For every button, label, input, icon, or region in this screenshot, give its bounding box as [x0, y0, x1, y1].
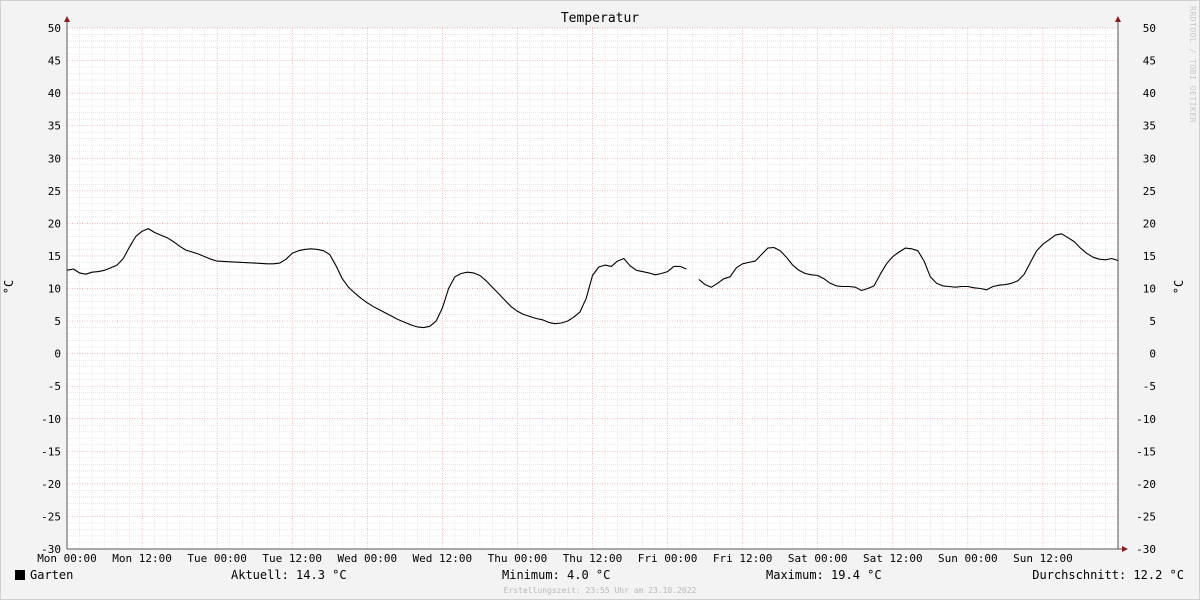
x-tick-label: Tue 12:00 — [262, 552, 322, 565]
y-tick-label: 50 — [1143, 22, 1156, 35]
legend-series: Garten — [15, 568, 73, 582]
legend-average: Durchschnitt: 12.2 °C — [1032, 568, 1184, 582]
x-tick-label: Sat 00:00 — [788, 552, 848, 565]
y-tick-label: 40 — [48, 87, 61, 100]
y-ticks-left: 50454035302520151050-5-10-15-20-25-30 — [41, 22, 61, 556]
x-tick-label: Wed 12:00 — [413, 552, 473, 565]
x-tick-label: Sun 12:00 — [1013, 552, 1073, 565]
y-tick-label: 45 — [1143, 55, 1156, 68]
y-tick-label: 15 — [1143, 250, 1156, 263]
x-tick-label: Mon 00:00 — [37, 552, 97, 565]
y-tick-label: 5 — [1149, 315, 1156, 328]
x-tick-label: Tue 00:00 — [187, 552, 247, 565]
temperature-chart: 50454035302520151050-5-10-15-20-25-30 50… — [37, 16, 1156, 565]
legend-maximum: Maximum: 19.4 °C — [766, 568, 882, 582]
y-tick-label: 35 — [1143, 120, 1156, 133]
x-tick-label: Fri 12:00 — [713, 552, 773, 565]
x-tick-label: Fri 00:00 — [638, 552, 698, 565]
y-axis-arrow-right — [1115, 16, 1121, 22]
y-tick-label: 45 — [48, 55, 61, 68]
x-tick-label: Thu 00:00 — [488, 552, 548, 565]
y-tick-label: -25 — [41, 510, 61, 523]
x-ticks: Mon 00:00 Mon 12:00 Tue 00:00 Tue 12:00 Wed … — [37, 552, 1073, 565]
x-tick-label: Sat 12:00 — [863, 552, 923, 565]
x-axis-arrow — [1122, 546, 1128, 552]
y-tick-label: -15 — [1136, 445, 1156, 458]
y-ticks-right: 50454035302520151050-5-10-15-20-25-30 — [1136, 22, 1156, 556]
legend-series-label: Garten — [30, 568, 74, 582]
y-tick-label: 35 — [48, 120, 61, 133]
creation-time: Erstellungszeit: 23:55 Uhr am 23.10.2022 — [503, 586, 697, 595]
x-tick-label: Wed 00:00 — [337, 552, 397, 565]
y-tick-label: -25 — [1136, 510, 1156, 523]
legend-current: Aktuell: 14.3 °C — [231, 568, 347, 582]
legend-minimum: Minimum: 4.0 °C — [502, 568, 611, 582]
legend-swatch — [15, 570, 25, 580]
y-tick-label: -20 — [41, 478, 61, 491]
y-tick-label: 25 — [1143, 185, 1156, 198]
y-tick-label: 50 — [48, 22, 61, 35]
y-tick-label: 5 — [54, 315, 61, 328]
y-tick-label: -30 — [1136, 543, 1156, 556]
y-tick-label: 10 — [48, 283, 61, 296]
y-tick-label: -15 — [41, 445, 61, 458]
y-tick-label: 10 — [1143, 283, 1156, 296]
y-tick-label: -10 — [1136, 413, 1156, 426]
y-tick-label: 40 — [1143, 87, 1156, 100]
y-tick-label: 20 — [1143, 217, 1156, 230]
y-tick-label: 15 — [48, 250, 61, 263]
x-tick-label: Sun 00:00 — [938, 552, 998, 565]
y-tick-label: 0 — [54, 348, 61, 361]
y-tick-label: -5 — [48, 380, 61, 393]
y-axis-arrow-left — [64, 16, 70, 22]
y-tick-label: -20 — [1136, 478, 1156, 491]
y-tick-label: 30 — [48, 152, 61, 165]
y-tick-label: 20 — [48, 217, 61, 230]
y-tick-label: 0 — [1149, 348, 1156, 361]
x-tick-label: Mon 12:00 — [112, 552, 172, 565]
x-tick-label: Thu 12:00 — [563, 552, 623, 565]
y-tick-label: 30 — [1143, 152, 1156, 165]
y-tick-label: -10 — [41, 413, 61, 426]
y-tick-label: 25 — [48, 185, 61, 198]
y-tick-label: -5 — [1143, 380, 1156, 393]
